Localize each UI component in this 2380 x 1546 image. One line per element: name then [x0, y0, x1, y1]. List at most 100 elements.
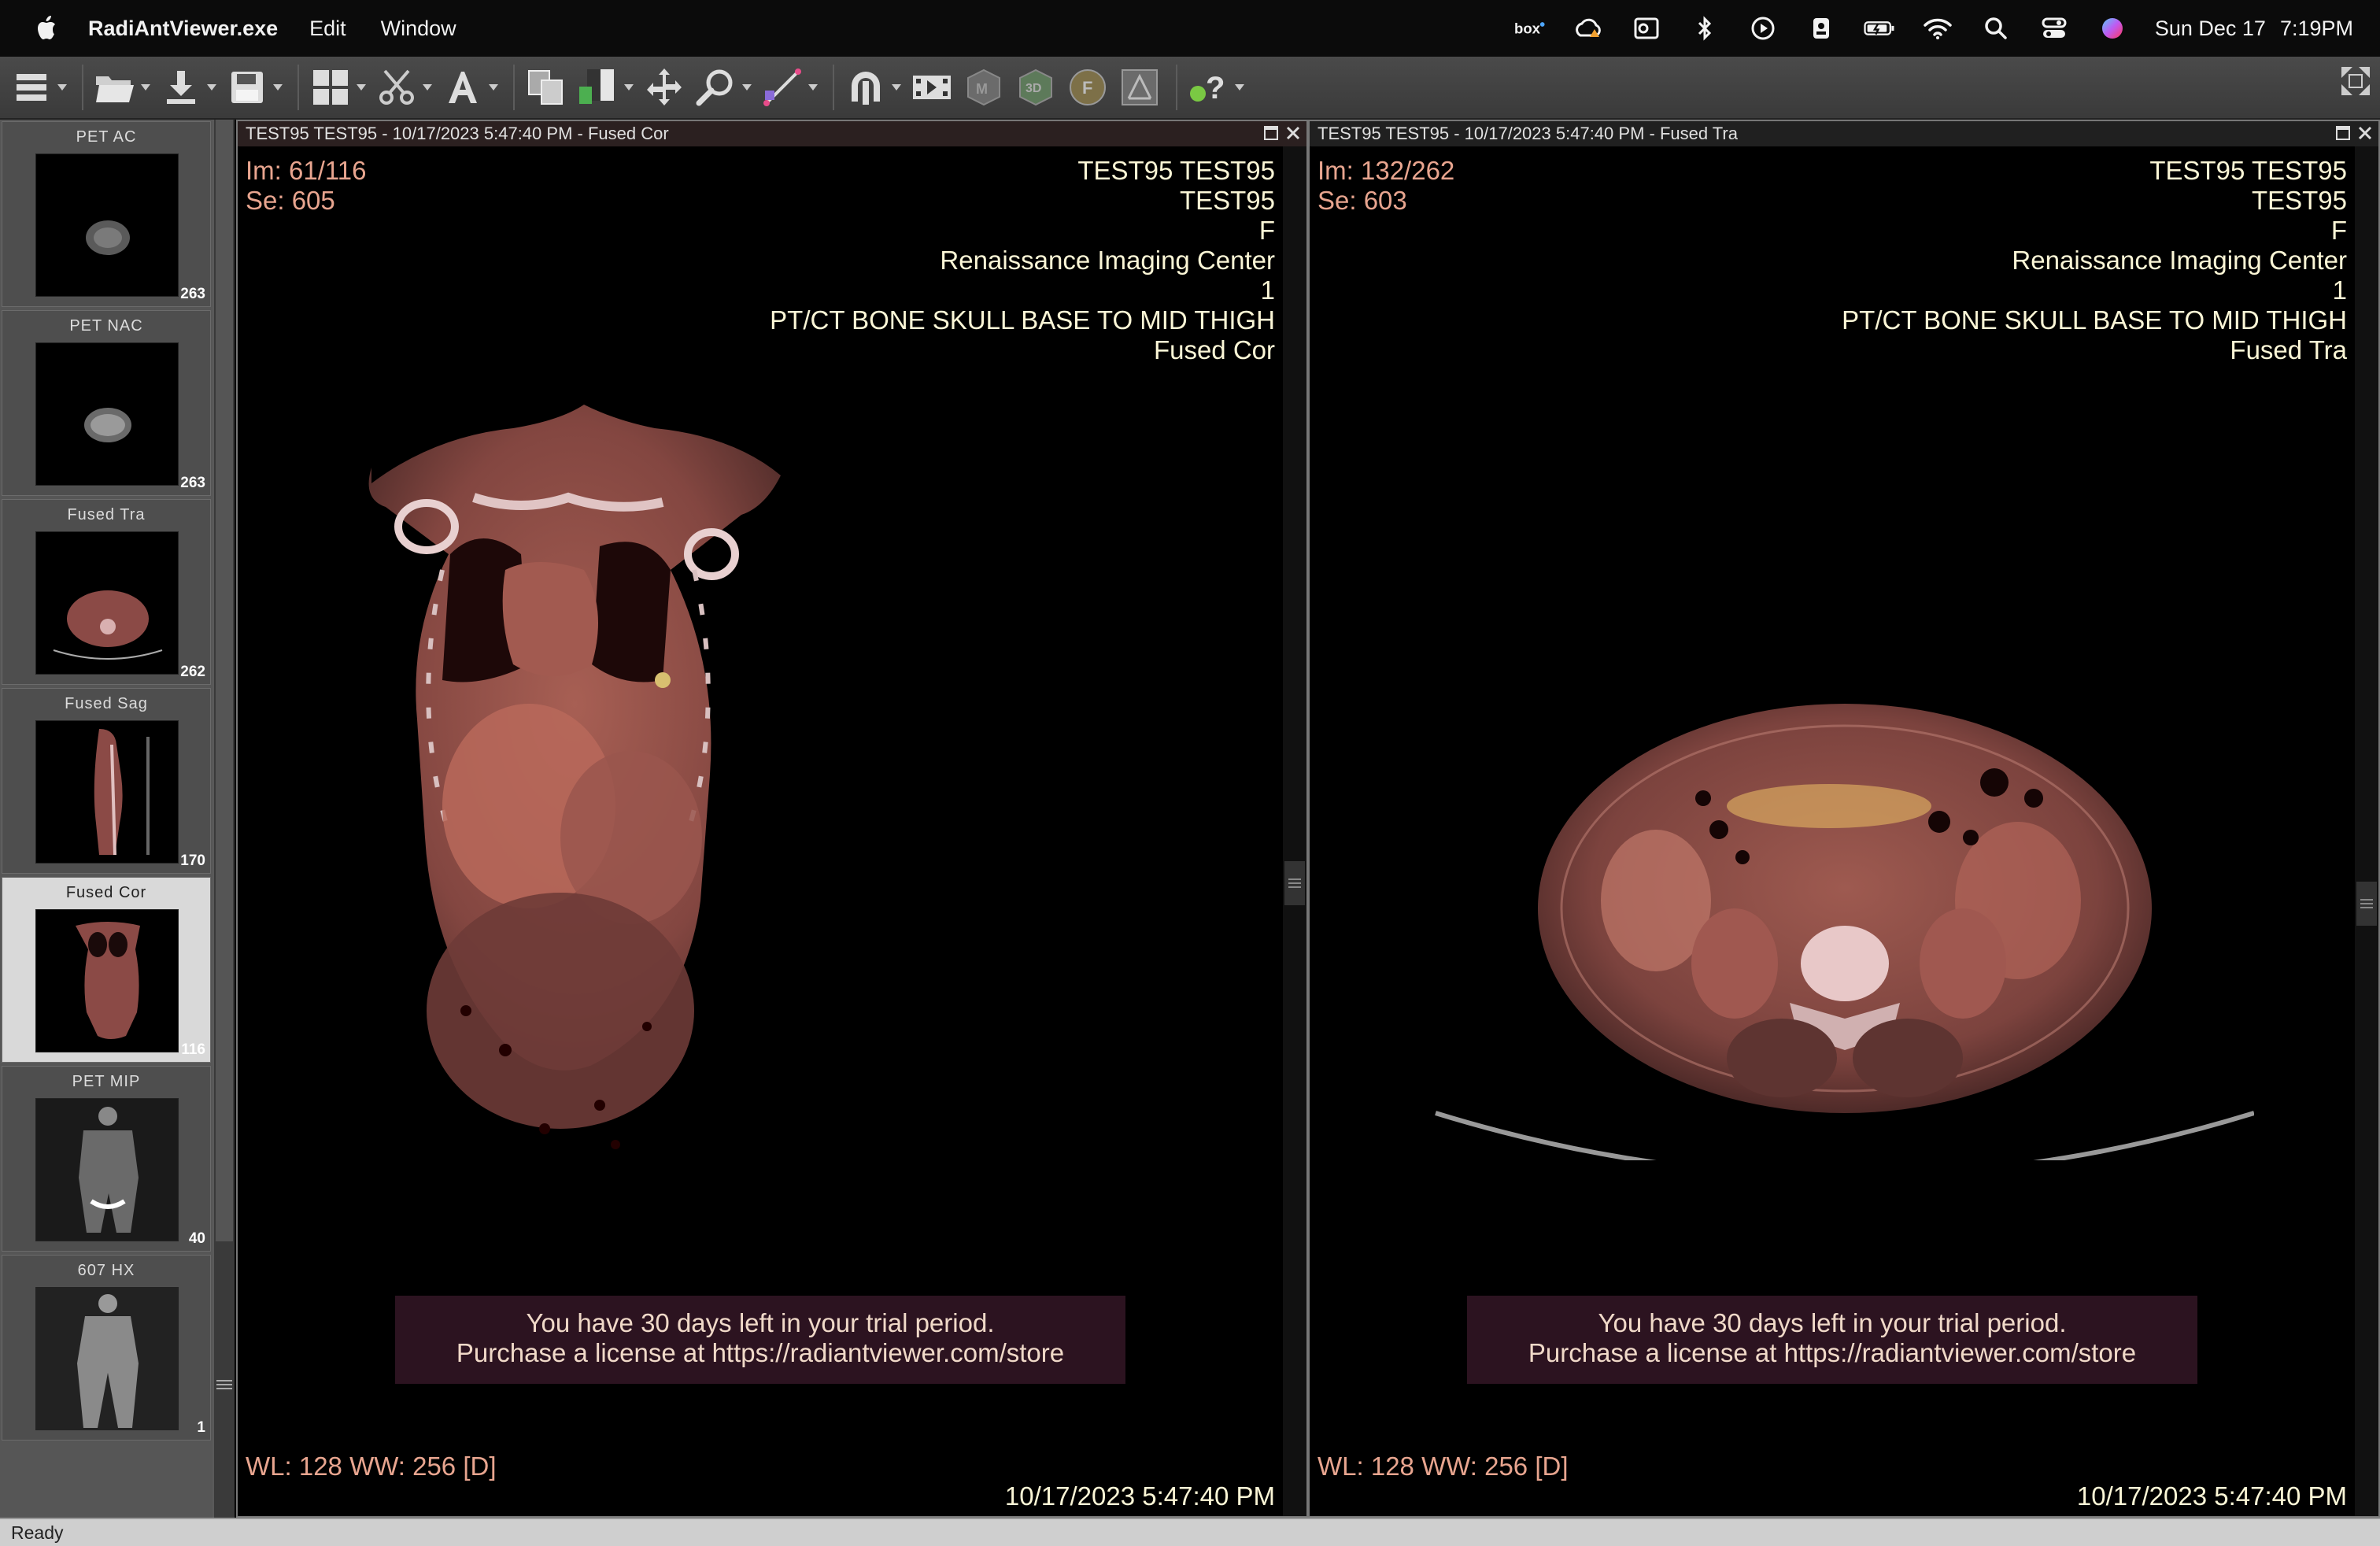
- cut-button[interactable]: [373, 61, 434, 114]
- pet-button[interactable]: [1116, 61, 1163, 114]
- viewport-title: TEST95 TEST95 - 10/17/2023 5:47:40 PM - …: [1318, 124, 1738, 143]
- scroll-grip-icon[interactable]: [2356, 882, 2377, 926]
- control-center-icon[interactable]: [2038, 13, 2070, 44]
- svg-text:F: F: [1082, 78, 1092, 98]
- sidebar-scrollbar[interactable]: [214, 120, 235, 1518]
- thumbnail-label: Fused Sag: [65, 695, 148, 712]
- chevron-down-icon[interactable]: [889, 64, 904, 111]
- box-icon[interactable]: box: [1514, 13, 1546, 44]
- chevron-down-icon[interactable]: [740, 64, 754, 111]
- sidebar-scroll-thumb[interactable]: [216, 120, 233, 1241]
- apple-icon[interactable]: [30, 13, 61, 44]
- window-level-icon: [575, 64, 622, 111]
- measure-icon: [759, 64, 806, 111]
- status-area: box Sun Dec 17 7:19PM: [1514, 0, 2353, 57]
- siri-icon[interactable]: [2097, 13, 2128, 44]
- trial-line-2[interactable]: Purchase a license at https://radiantvie…: [1467, 1338, 2197, 1368]
- chevron-down-icon[interactable]: [622, 64, 636, 111]
- save-button[interactable]: [224, 61, 285, 114]
- cine-button[interactable]: [908, 61, 955, 114]
- thumbnail-label: 607 HX: [77, 1262, 135, 1279]
- menu-clock[interactable]: Sun Dec 17 7:19PM: [2155, 17, 2353, 41]
- clock-date: Sun Dec 17: [2154, 16, 2266, 40]
- thumbnail-label: PET NAC: [69, 317, 143, 335]
- viewport-transverse[interactable]: TEST95 TEST95 - 10/17/2023 5:47:40 PM - …: [1308, 120, 2380, 1518]
- image-datetime: 10/17/2023 5:47:40 PM: [2076, 1481, 2347, 1511]
- creative-cloud-icon[interactable]: [1572, 13, 1604, 44]
- viewport-coronal[interactable]: TEST95 TEST95 - 10/17/2023 5:47:40 PM - …: [236, 120, 1308, 1518]
- import-button[interactable]: [157, 61, 219, 114]
- cine-icon: [908, 64, 955, 111]
- thumbnail-label: PET AC: [76, 128, 137, 146]
- trial-notice: You have 30 days left in your trial peri…: [1467, 1296, 2197, 1384]
- outlook-icon[interactable]: [1631, 13, 1662, 44]
- institution: Renaissance Imaging Center: [2012, 246, 2347, 275]
- bluetooth-icon[interactable]: [1689, 13, 1720, 44]
- fusion-button[interactable]: F: [1064, 61, 1111, 114]
- chevron-down-icon[interactable]: [139, 64, 153, 111]
- menu-edit[interactable]: Edit: [309, 17, 346, 41]
- series-number: Se: 603: [1318, 186, 1407, 215]
- scissors-icon: [373, 64, 420, 111]
- open-button[interactable]: [91, 61, 153, 114]
- pet-icon: [1116, 64, 1163, 111]
- thumbnail-pet-ac[interactable]: PET AC 263: [2, 121, 211, 307]
- trial-line-2[interactable]: Purchase a license at https://radiantvie…: [395, 1338, 1125, 1368]
- fullscreen-icon[interactable]: [2338, 63, 2374, 99]
- thumbnail-fused-tra[interactable]: Fused Tra 262: [2, 499, 211, 685]
- close-icon[interactable]: [2356, 124, 2374, 142]
- thumbnail-pet-mip[interactable]: PET MIP 40: [2, 1066, 211, 1252]
- zoom-button[interactable]: [693, 61, 754, 114]
- maximize-icon[interactable]: [2334, 124, 2352, 142]
- thumbnail-607-hx[interactable]: 607 HX 1: [2, 1255, 211, 1441]
- chevron-down-icon[interactable]: [486, 64, 501, 111]
- pan-button[interactable]: [641, 61, 688, 114]
- chevron-down-icon[interactable]: [205, 64, 219, 111]
- dicom-tags-button[interactable]: [842, 61, 904, 114]
- thumbnail-count: 263: [180, 286, 205, 302]
- thumbnail-fused-sag[interactable]: Fused Sag 170: [2, 688, 211, 874]
- help-icon: ?: [1185, 64, 1232, 111]
- annotation-button[interactable]: [439, 61, 501, 114]
- viewport-scrollbar[interactable]: [1283, 146, 1306, 1516]
- chevron-down-icon[interactable]: [354, 64, 368, 111]
- wifi-icon[interactable]: [1922, 13, 1953, 44]
- thumbnail-fused-cor[interactable]: Fused Cor 116: [2, 877, 211, 1063]
- chevron-down-icon[interactable]: [55, 64, 69, 111]
- text-annotation-icon: [439, 64, 486, 111]
- chevron-down-icon[interactable]: [1232, 64, 1247, 111]
- layout-button[interactable]: [307, 61, 368, 114]
- trial-line-1: You have 30 days left in your trial peri…: [1598, 1308, 2067, 1337]
- thumbnail-image: [35, 909, 179, 1052]
- copy-series-button[interactable]: [523, 61, 570, 114]
- menu-button[interactable]: [8, 61, 69, 114]
- image-number: Im: 132/262: [1318, 156, 1455, 185]
- chevron-down-icon[interactable]: [806, 64, 820, 111]
- chevron-down-icon[interactable]: [271, 64, 285, 111]
- badge-icon[interactable]: [1805, 13, 1837, 44]
- battery-icon[interactable]: [1864, 13, 1895, 44]
- window-level-button[interactable]: [575, 61, 636, 114]
- play-icon[interactable]: [1747, 13, 1779, 44]
- app-menu[interactable]: RadiAntViewer.exe: [88, 17, 278, 41]
- toolbar-divider: [513, 65, 515, 110]
- menu-window[interactable]: Window: [381, 17, 456, 41]
- thumbnail-pet-nac[interactable]: PET NAC 263: [2, 310, 211, 496]
- close-icon[interactable]: [1284, 124, 1302, 142]
- help-button[interactable]: ?: [1185, 61, 1247, 114]
- viewport-scrollbar[interactable]: [2355, 146, 2378, 1516]
- chevron-down-icon[interactable]: [420, 64, 434, 111]
- search-icon[interactable]: [1980, 13, 2012, 44]
- 3d-button[interactable]: 3D: [1012, 61, 1059, 114]
- scroll-grip-icon[interactable]: [1284, 861, 1305, 905]
- overlay-top-left: Im: 61/116 Se: 605: [246, 156, 366, 216]
- maximize-icon[interactable]: [1262, 124, 1280, 142]
- resize-grip-icon[interactable]: [214, 1373, 235, 1396]
- thumbnail-label: PET MIP: [72, 1073, 141, 1090]
- thumbnail-count: 1: [197, 1419, 205, 1436]
- measure-button[interactable]: [759, 61, 820, 114]
- mpr-button[interactable]: M: [960, 61, 1007, 114]
- coronal-scan-image: [368, 405, 782, 1149]
- clock-time: 7:19PM: [2279, 16, 2353, 40]
- series-thumbnails-panel: PET AC 263 PET NAC 263 Fused Tra 262 Fus…: [0, 120, 235, 1518]
